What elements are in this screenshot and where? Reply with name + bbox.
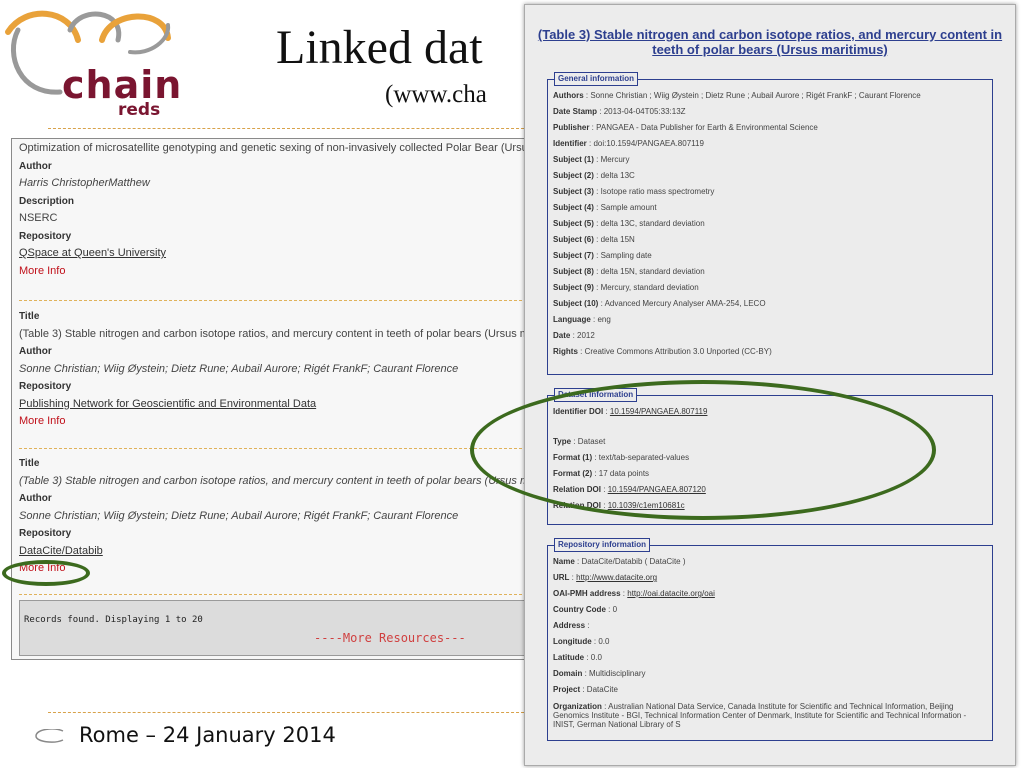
info-row: Date : 2012 <box>553 331 595 340</box>
header-divider <box>48 128 524 129</box>
author-value: Sonne Christian; Wiig Øystein; Dietz Run… <box>19 362 459 375</box>
info-row: Subject (3) : Isotope ratio mass spectro… <box>553 187 715 196</box>
title-label: Title <box>19 311 40 322</box>
info-row: URL : http://www.datacite.org <box>553 573 658 582</box>
info-row: Publisher : PANGAEA - Data Publisher for… <box>553 123 818 132</box>
repository-link[interactable]: QSpace at Queen's University <box>19 247 166 259</box>
info-row: Organization : Australian National Data … <box>553 702 967 729</box>
author-label: Author <box>19 493 52 504</box>
highlight-oval-more-info <box>2 560 90 586</box>
info-row: Subject (8) : delta 15N, standard deviat… <box>553 267 705 276</box>
result-record-2: Title (Table 3) Stable nitrogen and carb… <box>19 308 529 431</box>
oai-pmh-link[interactable]: http://oai.datacite.org/oai <box>627 589 715 598</box>
repository-label: Repository <box>19 230 72 242</box>
repository-information-legend: Repository information <box>554 538 651 552</box>
slide-url: (www.cha <box>385 81 487 108</box>
info-row: Subject (1) : Mercury <box>553 155 630 164</box>
footer-bullet-icon <box>35 729 64 743</box>
info-row: Authors : Sonne Christian ; Wiig Øystein… <box>553 91 921 100</box>
info-row: Subject (6) : delta 15N <box>553 235 635 244</box>
info-row: Subject (2) : delta 13C <box>553 171 635 180</box>
description-label: Description <box>19 195 75 207</box>
slide-title: Linked dat <box>276 21 483 74</box>
info-row: Subject (5) : delta 13C, standard deviat… <box>553 219 705 228</box>
logo-text: chain <box>62 63 183 107</box>
repository-information-section: Repository information Name : DataCite/D… <box>547 538 993 741</box>
record-divider <box>19 594 527 595</box>
description-value: NSERC <box>19 212 58 224</box>
info-row: Rights : Creative Commons Attribution 3.… <box>553 347 772 356</box>
search-results-panel: Optimization of microsatellite genotypin… <box>11 138 533 660</box>
info-row: OAI-PMH address : http://oai.datacite.or… <box>553 589 715 598</box>
record-divider <box>19 300 527 301</box>
repository-link[interactable]: DataCite/Databib <box>19 545 103 557</box>
info-row: Project : DataCite <box>553 685 618 694</box>
info-row: Language : eng <box>553 315 611 324</box>
footer-divider <box>48 712 524 713</box>
more-resources-link[interactable]: ----More Resources--- <box>314 631 466 645</box>
detail-title[interactable]: (Table 3) Stable nitrogen and carbon iso… <box>537 27 1003 57</box>
repository-link[interactable]: Publishing Network for Geoscientific and… <box>19 398 316 410</box>
result-record-1: Optimization of microsatellite genotypin… <box>19 140 529 280</box>
info-row: Subject (4) : Sample amount <box>553 203 657 212</box>
info-row: Subject (7) : Sampling date <box>553 251 652 260</box>
record-title: Optimization of microsatellite genotypin… <box>19 142 528 154</box>
info-row: Address : <box>553 621 590 630</box>
info-row: Name : DataCite/Databib ( DataCite ) <box>553 557 686 566</box>
chain-reds-logo: chain reds <box>0 0 183 125</box>
info-row: Subject (10) : Advanced Mercury Analyser… <box>553 299 766 308</box>
record-title: (Table 3) Stable nitrogen and carbon iso… <box>19 327 529 340</box>
author-value: Harris ChristopherMatthew <box>19 177 150 189</box>
result-record-3: Title (Table 3) Stable nitrogen and carb… <box>19 455 529 578</box>
repository-label: Repository <box>19 528 72 539</box>
more-info-link[interactable]: More Info <box>19 415 65 427</box>
author-label: Author <box>19 160 52 172</box>
info-row: Subject (9) : Mercury, standard deviatio… <box>553 283 699 292</box>
info-row: Identifier : doi:10.1594/PANGAEA.807119 <box>553 139 704 148</box>
records-status-bar: Records found. Displaying 1 to 20 ----Mo… <box>19 600 529 656</box>
record-divider <box>19 448 527 449</box>
logo-subtext: reds <box>118 100 161 120</box>
repository-label: Repository <box>19 381 72 392</box>
info-row: Longitude : 0.0 <box>553 637 610 646</box>
repository-url-link[interactable]: http://www.datacite.org <box>576 573 657 582</box>
info-row: Domain : Multidisciplinary <box>553 669 646 678</box>
footer-date: Rome – 24 January 2014 <box>79 723 336 747</box>
more-info-link[interactable]: More Info <box>19 265 65 277</box>
author-value: Sonne Christian; Wiig Øystein; Dietz Run… <box>19 509 459 522</box>
info-row: Date Stamp : 2013-04-04T05:33:13Z <box>553 107 686 116</box>
author-label: Author <box>19 346 52 357</box>
title-label: Title <box>19 458 40 469</box>
info-row: Latitude : 0.0 <box>553 653 602 662</box>
highlight-oval-dataset <box>470 380 936 520</box>
records-found-text: Records found. Displaying 1 to 20 <box>24 615 203 625</box>
record-title: (Table 3) Stable nitrogen and carbon iso… <box>19 474 529 487</box>
general-information-section: General information Authors : Sonne Chri… <box>547 72 993 375</box>
general-information-legend: General information <box>554 72 639 86</box>
info-row: Country Code : 0 <box>553 605 618 614</box>
